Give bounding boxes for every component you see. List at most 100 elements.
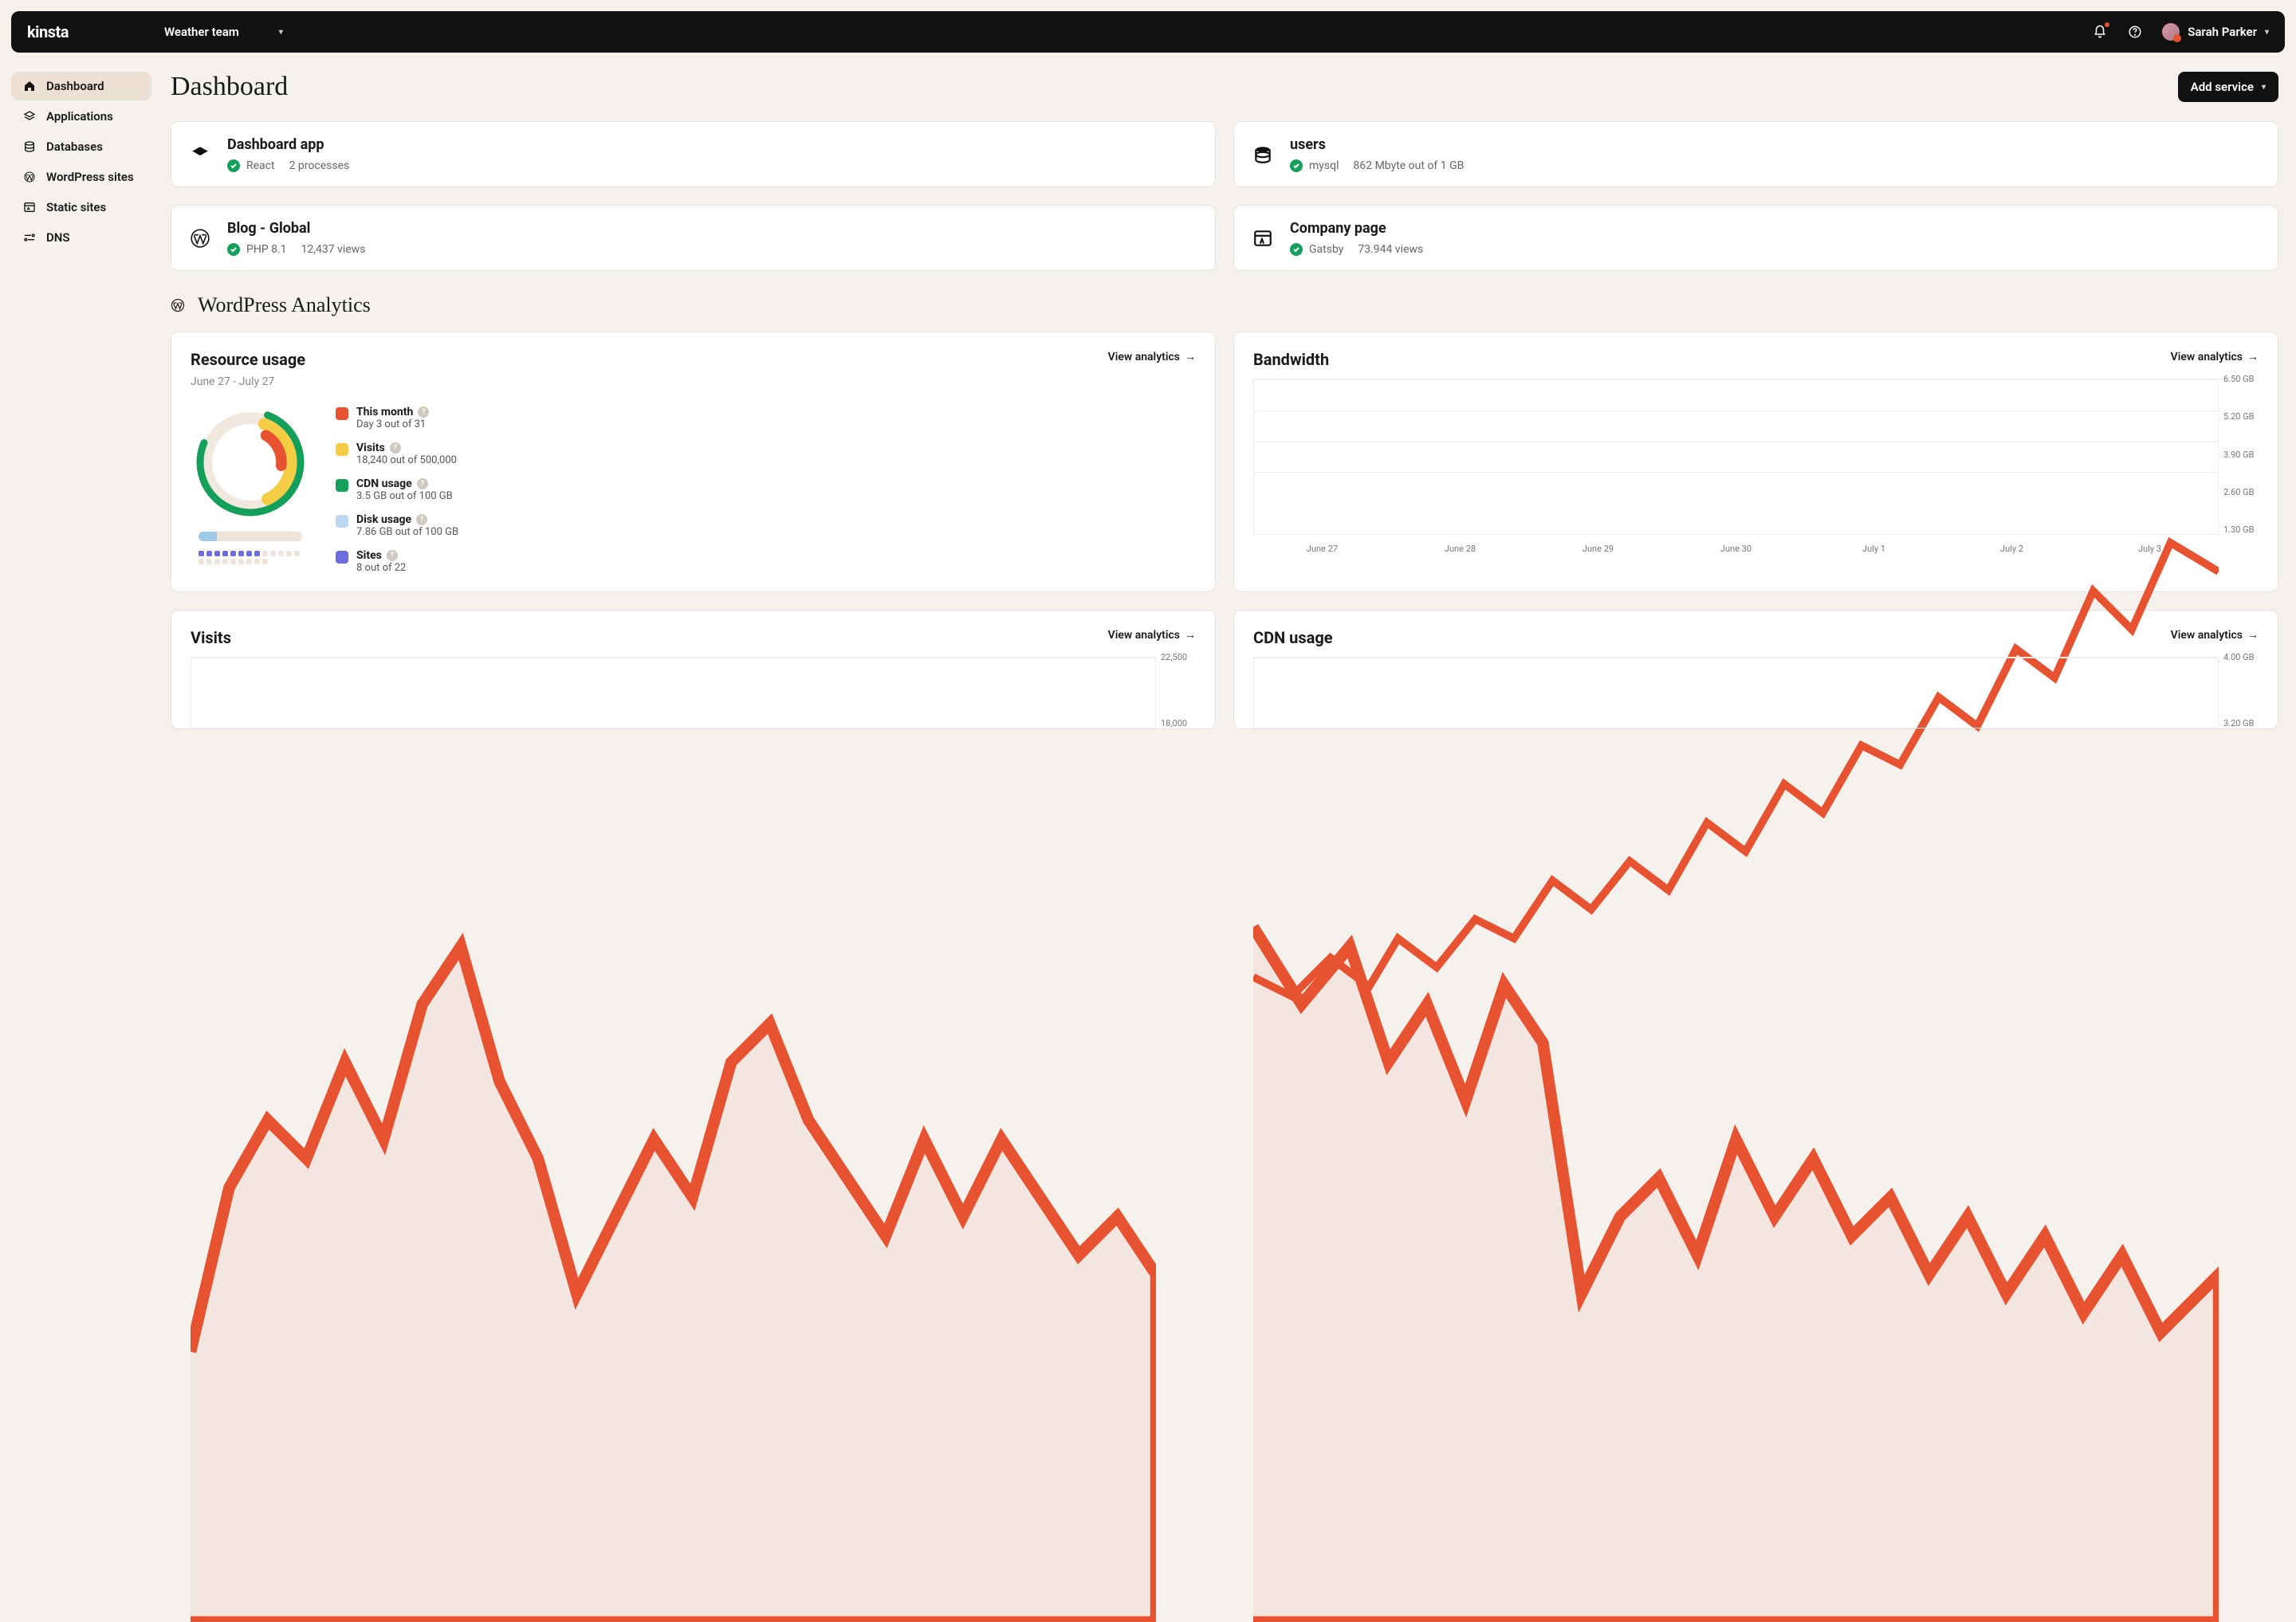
- panel-bandwidth: Bandwidth View analytics → 6.50 GB 5.20 G…: [1233, 332, 2278, 592]
- panel-title: Bandwidth: [1253, 350, 1329, 369]
- legend-swatch: [336, 407, 348, 420]
- visits-chart: [191, 657, 1156, 1622]
- arrow-right-icon: →: [2247, 350, 2259, 363]
- donut-chart: [191, 403, 310, 522]
- legend-item: CDN usage ?3.5 GB out of 100 GB: [336, 477, 458, 502]
- sidebar-item-label: WordPress sites: [46, 170, 134, 184]
- legend-swatch: [336, 479, 348, 492]
- axis-tick: June 27: [1253, 544, 1391, 554]
- view-analytics-link[interactable]: View analytics →: [1108, 628, 1196, 642]
- service-card[interactable]: Company page Gatsby 73.944 views: [1233, 205, 2278, 271]
- service-card[interactable]: Dashboard app React 2 processes: [171, 121, 1216, 187]
- legend-item: This month ?Day 3 out of 31: [336, 406, 458, 430]
- card-tech: React: [246, 159, 275, 172]
- legend-item: Visits ?18,240 out of 500,000: [336, 442, 458, 466]
- layers-icon: [22, 109, 37, 124]
- home-icon: [22, 79, 37, 93]
- disk-bar: [199, 532, 302, 541]
- status-ok-icon: [1290, 159, 1303, 172]
- sidebar-item-label: Applications: [46, 109, 113, 124]
- status-ok-icon: [227, 243, 240, 256]
- card-tech: Gatsby: [1309, 243, 1343, 256]
- card-extra: 12,437 views: [301, 243, 366, 256]
- view-analytics-link[interactable]: View analytics →: [2171, 350, 2259, 363]
- service-card[interactable]: Blog - Global PHP 8.1 12,437 views: [171, 205, 1216, 271]
- main: Dashboard Add service ▾ Dashboard app Re…: [171, 72, 2285, 747]
- help-icon[interactable]: ?: [387, 550, 398, 561]
- help-icon[interactable]: ?: [390, 442, 401, 454]
- sidebar-item-label: Static sites: [46, 200, 106, 214]
- legend-label: This month ?: [356, 406, 429, 418]
- chevron-down-icon: ▾: [279, 28, 283, 37]
- sidebar: Dashboard Applications Databases WordPre…: [11, 72, 151, 747]
- legend-swatch: [336, 551, 348, 564]
- page-title: Dashboard: [171, 72, 288, 102]
- add-service-button[interactable]: Add service ▾: [2178, 72, 2278, 102]
- help-icon[interactable]: ?: [417, 478, 428, 489]
- view-link-label: View analytics: [2171, 351, 2243, 363]
- axis-tick: June 29: [1529, 544, 1667, 554]
- axis-tick: June 28: [1391, 544, 1529, 554]
- notification-dot: [2105, 22, 2109, 27]
- user-name: Sarah Parker: [2188, 25, 2257, 39]
- card-extra: 73.944 views: [1358, 243, 1423, 256]
- logo: kinsta: [27, 22, 69, 41]
- user-menu[interactable]: Sarah Parker ▾: [2162, 23, 2269, 41]
- static-icon: [22, 200, 37, 214]
- axis-tick: 22,500: [1161, 652, 1196, 662]
- axis-tick: 3.20 GB: [2223, 718, 2259, 729]
- sites-dots: [199, 551, 302, 564]
- service-card[interactable]: users mysql 862 Mbyte out of 1 GB: [1233, 121, 2278, 187]
- help-icon[interactable]: ?: [418, 406, 429, 418]
- legend-swatch: [336, 515, 348, 528]
- legend-sub: 3.5 GB out of 100 GB: [356, 490, 453, 502]
- section-title: WordPress Analytics: [198, 293, 371, 317]
- topbar: kinsta Weather team ▾ Sarah Parker ▾: [11, 11, 2285, 53]
- card-title: Blog - Global: [227, 220, 366, 237]
- axis-tick: 6.50 GB: [2223, 374, 2259, 384]
- status-ok-icon: [227, 159, 240, 172]
- team-name: Weather team: [164, 25, 239, 39]
- sidebar-item-static[interactable]: Static sites: [11, 193, 151, 222]
- add-service-label: Add service: [2191, 80, 2254, 94]
- axis-tick: June 30: [1667, 544, 1805, 554]
- view-link-label: View analytics: [1108, 351, 1180, 363]
- card-extra: 862 Mbyte out of 1 GB: [1354, 159, 1464, 172]
- help-icon[interactable]: ?: [416, 514, 427, 525]
- wordpress-icon: [171, 298, 185, 312]
- sidebar-item-dashboard[interactable]: Dashboard: [11, 72, 151, 100]
- view-link-label: View analytics: [1108, 629, 1180, 642]
- arrow-right-icon: →: [2247, 628, 2259, 642]
- dns-icon: [22, 230, 37, 245]
- arrow-right-icon: →: [1185, 350, 1196, 363]
- sidebar-item-wordpress[interactable]: WordPress sites: [11, 163, 151, 191]
- axis-tick: 18,000: [1161, 718, 1196, 729]
- card-title: Company page: [1290, 220, 1423, 237]
- legend-label: Visits ?: [356, 442, 457, 454]
- database-icon: [1252, 143, 1274, 166]
- wordpress-icon: [189, 227, 211, 249]
- sidebar-item-dns[interactable]: DNS: [11, 223, 151, 252]
- legend-swatch: [336, 443, 348, 456]
- view-analytics-link[interactable]: View analytics →: [1108, 350, 1196, 363]
- sidebar-item-databases[interactable]: Databases: [11, 132, 151, 161]
- panel-resource-usage: Resource usage June 27 - July 27 View an…: [171, 332, 1216, 592]
- legend-label: CDN usage ?: [356, 477, 453, 490]
- team-selector[interactable]: Weather team ▾: [164, 25, 283, 39]
- axis-tick: 5.20 GB: [2223, 411, 2259, 422]
- card-tech: PHP 8.1: [246, 243, 287, 256]
- help-icon[interactable]: [2127, 24, 2143, 40]
- arrow-right-icon: →: [1185, 628, 1196, 642]
- chevron-down-icon: ▾: [2265, 28, 2269, 37]
- database-icon: [22, 139, 37, 154]
- legend-sub: 18,240 out of 500,000: [356, 454, 457, 466]
- legend-sub: Day 3 out of 31: [356, 418, 429, 430]
- legend-item: Disk usage ?7.86 GB out of 100 GB: [336, 513, 458, 538]
- sidebar-item-label: Dashboard: [46, 79, 104, 93]
- chevron-down-icon: ▾: [2262, 83, 2266, 92]
- bell-icon[interactable]: [2092, 24, 2108, 40]
- panel-title: Resource usage: [191, 350, 305, 369]
- card-title: Dashboard app: [227, 136, 349, 153]
- sidebar-item-applications[interactable]: Applications: [11, 102, 151, 131]
- axis-tick: 4.00 GB: [2223, 652, 2259, 662]
